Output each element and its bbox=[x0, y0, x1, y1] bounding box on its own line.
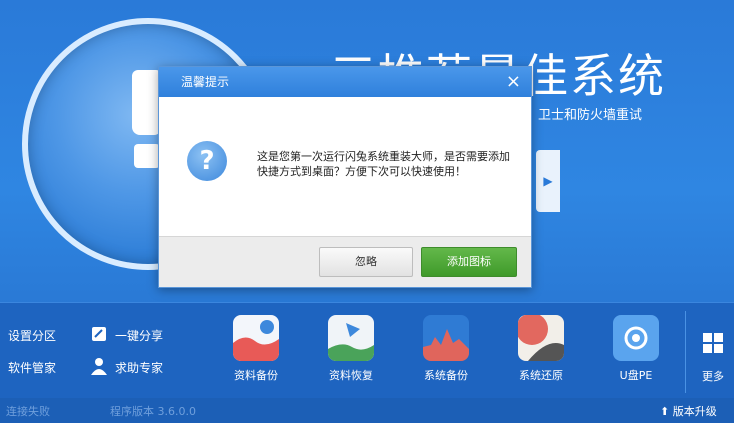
system-restore-button[interactable]: 系统还原 bbox=[503, 315, 579, 395]
ignore-button[interactable]: 忽略 bbox=[319, 247, 413, 277]
close-button[interactable]: × bbox=[506, 67, 521, 97]
bottom-toolbar: 设置分区 软件管家 一键分享 求助专家 资料备份 资料恢复 系统备份 系统还原 … bbox=[0, 302, 734, 399]
data-backup-icon bbox=[233, 315, 279, 361]
arrow-up-icon: ⬆ bbox=[660, 405, 670, 418]
main-window: 三推荐最佳系统 卫士和防火墙重试 ▶ 设置分区 软件管家 一键分享 求助专家 资… bbox=[0, 0, 734, 423]
tip-dialog: 温馨提示 × ? 这是您第一次运行闪兔系统重装大师，是否需要添加快捷方式到桌面？… bbox=[158, 66, 532, 288]
user-icon bbox=[91, 358, 107, 375]
toolbar-divider bbox=[685, 311, 686, 393]
system-restore-label: 系统还原 bbox=[519, 369, 563, 382]
dialog-titlebar: 温馨提示 × bbox=[159, 67, 531, 97]
add-icon-button[interactable]: 添加图标 bbox=[421, 247, 517, 277]
dialog-footer: 忽略 添加图标 bbox=[159, 236, 531, 287]
version-text: 程序版本 3.6.0.0 bbox=[110, 405, 196, 418]
upgrade-label: 版本升级 bbox=[672, 405, 717, 418]
hero-subline: 卫士和防火墙重试 bbox=[538, 108, 643, 123]
system-backup-icon bbox=[423, 315, 469, 361]
upgrade-link[interactable]: ⬆ 版本升级 bbox=[660, 403, 717, 419]
ask-expert-link[interactable]: 求助专家 bbox=[115, 359, 163, 376]
system-restore-icon bbox=[518, 315, 564, 361]
status-bar: 连接失败 程序版本 3.6.0.0 ⬆ 版本升级 bbox=[0, 398, 734, 423]
next-slide-button[interactable]: ▶ bbox=[536, 150, 560, 212]
data-restore-icon bbox=[328, 315, 374, 361]
more-grid-icon[interactable] bbox=[703, 333, 723, 353]
connection-status: 连接失败 bbox=[6, 405, 50, 418]
one-click-share-link[interactable]: 一键分享 bbox=[115, 327, 163, 344]
partition-link[interactable]: 设置分区 bbox=[8, 327, 56, 344]
question-icon: ? bbox=[187, 141, 227, 181]
software-manager-link[interactable]: 软件管家 bbox=[8, 359, 56, 376]
dialog-message: 这是您第一次运行闪兔系统重装大师，是否需要添加快捷方式到桌面？方便下次可以快速使… bbox=[257, 150, 510, 178]
usb-pe-icon bbox=[613, 315, 659, 361]
chevron-right-icon: ▶ bbox=[543, 174, 553, 188]
usb-pe-label: U盘PE bbox=[619, 369, 653, 382]
usb-pe-button[interactable]: U盘PE bbox=[598, 315, 674, 395]
data-restore-button[interactable]: 资料恢复 bbox=[313, 315, 389, 395]
more-label[interactable]: 更多 bbox=[702, 368, 724, 384]
data-restore-label: 资料恢复 bbox=[329, 369, 373, 382]
dialog-title: 温馨提示 bbox=[181, 75, 230, 89]
data-backup-label: 资料备份 bbox=[234, 369, 278, 382]
data-backup-button[interactable]: 资料备份 bbox=[218, 315, 294, 395]
system-backup-label: 系统备份 bbox=[424, 369, 468, 382]
share-icon bbox=[92, 327, 106, 341]
system-backup-button[interactable]: 系统备份 bbox=[408, 315, 484, 395]
dialog-body: ? 这是您第一次运行闪兔系统重装大师，是否需要添加快捷方式到桌面？方便下次可以快… bbox=[159, 97, 531, 237]
